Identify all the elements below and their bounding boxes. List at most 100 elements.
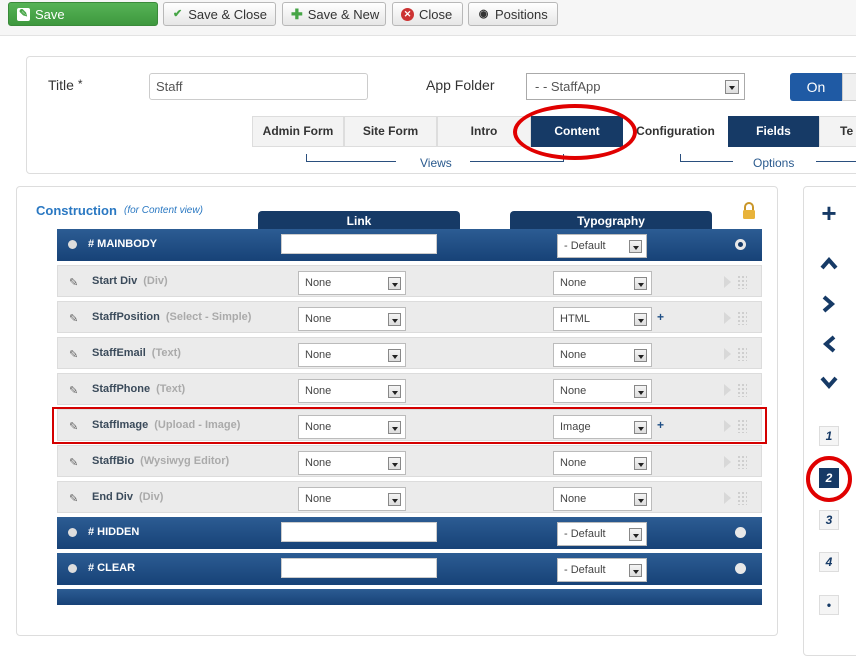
pencil-icon[interactable]: ✎ [69, 456, 78, 469]
drag-handle-icon[interactable] [737, 455, 747, 469]
chevron-down-icon [634, 349, 647, 362]
drag-handle-icon[interactable] [737, 311, 747, 325]
typography-column-header: Typography [510, 211, 712, 231]
table-row: ✎ StaffBio (Wysiwyg Editor) None None [57, 445, 762, 477]
typography-select[interactable]: HTML [553, 307, 652, 331]
pencil-icon[interactable]: ✎ [69, 276, 78, 289]
page-4-button[interactable]: 4 [819, 552, 839, 572]
table-row: # CLEAR - Default [57, 553, 762, 585]
link-select[interactable]: None [298, 451, 406, 475]
views-group-label: Views [420, 156, 452, 170]
eye-icon: ◉ [478, 7, 489, 20]
chevron-down-icon [634, 385, 647, 398]
link-select[interactable]: None [298, 271, 406, 295]
row-name: StaffBio (Wysiwyg Editor) [92, 455, 230, 467]
options-divider [816, 154, 856, 162]
app-folder-select[interactable]: - - StaffApp [526, 73, 745, 100]
page-more-button[interactable]: • [819, 595, 839, 615]
pencil-icon[interactable]: ✎ [69, 312, 78, 325]
link-column-header: Link [258, 211, 460, 231]
toggle-on-button[interactable]: On [790, 73, 842, 101]
edit-icon: ✎ [17, 7, 30, 21]
add-option-button[interactable]: + [657, 310, 664, 324]
typography-select[interactable]: - Default [557, 558, 647, 582]
link-select[interactable]: None [298, 379, 406, 403]
chevron-right-icon[interactable] [822, 295, 836, 313]
pencil-icon[interactable]: ✎ [69, 348, 78, 361]
tab-site-form[interactable]: Site Form [344, 116, 437, 147]
typography-select[interactable]: None [553, 451, 652, 475]
check-icon: ✔ [173, 7, 183, 20]
chevron-right-icon[interactable] [724, 276, 731, 288]
pencil-icon[interactable]: ✎ [69, 384, 78, 397]
save-close-button[interactable]: ✔ Save & Close [163, 2, 276, 26]
chevron-down-icon [634, 493, 647, 506]
link-select[interactable]: None [298, 343, 406, 367]
chevron-down-icon [388, 385, 401, 398]
page-1-button[interactable]: 1 [819, 426, 839, 446]
chevron-down-icon [629, 240, 642, 253]
typography-select[interactable]: None [553, 271, 652, 295]
drag-handle-icon[interactable] [737, 275, 747, 289]
row-name: End Div (Div) [92, 491, 164, 503]
add-icon[interactable]: + [819, 198, 839, 229]
tab-fields[interactable]: Fields [728, 116, 819, 147]
positions-button[interactable]: ◉ Positions [468, 2, 558, 26]
layout-radio[interactable] [735, 239, 746, 250]
chevron-down-icon [634, 313, 647, 326]
chevron-right-icon[interactable] [724, 492, 731, 504]
link-input[interactable] [281, 522, 437, 542]
save-new-button[interactable]: ✚ Save & New [282, 2, 386, 26]
title-input[interactable]: Staff [149, 73, 368, 100]
chevron-down-icon [388, 457, 401, 470]
row-bullet [68, 564, 77, 573]
title-label: Title * [48, 77, 83, 93]
tab-templates[interactable]: Te [819, 116, 856, 147]
typography-select[interactable]: - Default [557, 234, 647, 258]
chevron-right-icon[interactable] [724, 456, 731, 468]
toggle-off-button[interactable] [842, 73, 856, 101]
drag-handle-icon[interactable] [737, 347, 747, 361]
construction-title: Construction [36, 203, 117, 218]
chevron-down-icon [634, 277, 647, 290]
layout-radio[interactable] [735, 563, 746, 574]
chevron-right-icon[interactable] [724, 348, 731, 360]
typography-select[interactable]: None [553, 487, 652, 511]
chevron-down-icon [388, 493, 401, 506]
close-button[interactable]: ✕ Close [392, 2, 463, 26]
toolbar: ✎ Save ✔ Save & Close ✚ Save & New ✕ Clo… [0, 0, 856, 36]
tab-admin-form[interactable]: Admin Form [252, 116, 344, 147]
row-name: # CLEAR [88, 562, 136, 574]
link-input[interactable] [281, 558, 437, 578]
row-bullet [68, 240, 77, 249]
link-select[interactable]: None [298, 487, 406, 511]
tab-configuration[interactable]: Configuration [623, 116, 728, 147]
chevron-up-icon[interactable] [820, 256, 838, 270]
page-3-button[interactable]: 3 [819, 510, 839, 530]
chevron-left-icon[interactable] [822, 335, 836, 353]
save-button[interactable]: ✎ Save [8, 2, 158, 26]
lock-icon[interactable] [741, 202, 757, 220]
views-divider [306, 154, 396, 162]
drag-handle-icon[interactable] [737, 383, 747, 397]
pencil-icon[interactable]: ✎ [69, 492, 78, 505]
table-row: # HIDDEN - Default [57, 517, 762, 549]
construction-subtitle: (for Content view) [124, 205, 203, 216]
highlight-box [52, 407, 767, 444]
chevron-right-icon[interactable] [724, 384, 731, 396]
typography-select[interactable]: None [553, 343, 652, 367]
table-row: ✎ End Div (Div) None None [57, 481, 762, 513]
highlight-oval [513, 104, 637, 160]
chevron-down-icon[interactable] [820, 376, 838, 390]
highlight-oval [806, 456, 852, 502]
drag-handle-icon[interactable] [737, 491, 747, 505]
layout-radio[interactable] [735, 527, 746, 538]
chevron-down-icon [388, 313, 401, 326]
table-row: ✎ StaffPosition (Select - Simple) None HT… [57, 301, 762, 333]
link-select[interactable]: None [298, 307, 406, 331]
chevron-right-icon[interactable] [724, 312, 731, 324]
typography-select[interactable]: - Default [557, 522, 647, 546]
link-input[interactable] [281, 234, 437, 254]
app-folder-label: App Folder [426, 77, 495, 93]
typography-select[interactable]: None [553, 379, 652, 403]
